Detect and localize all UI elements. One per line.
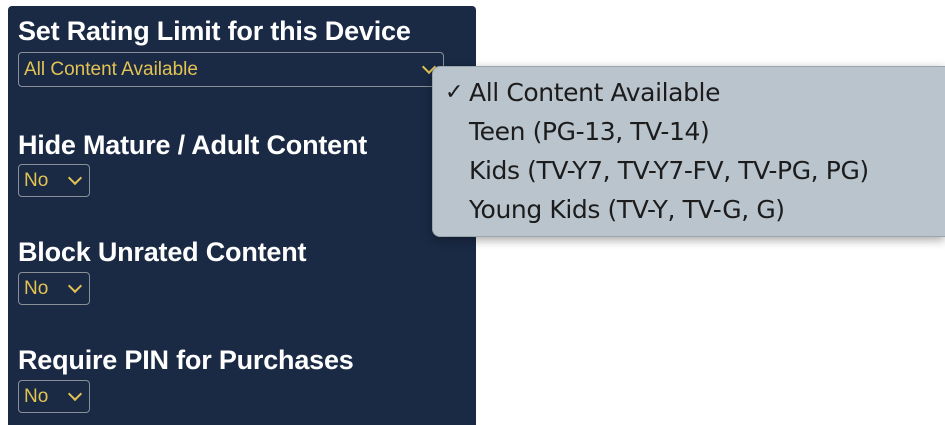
- dropdown-option-teen[interactable]: Teen (PG-13, TV-14): [433, 112, 945, 150]
- dropdown-option-label: Kids (TV-Y7, TV-Y7-FV, TV-PG, PG): [469, 155, 869, 185]
- checkmark-icon: ✓: [444, 79, 463, 105]
- rating-limit-label: Set Rating Limit for this Device: [18, 16, 411, 46]
- require-pin-label: Require PIN for Purchases: [18, 345, 354, 375]
- chevron-down-icon: [67, 170, 83, 185]
- hide-mature-select[interactable]: No: [18, 164, 90, 197]
- dropdown-option-all-content[interactable]: ✓ All Content Available: [433, 73, 945, 111]
- dropdown-option-label: All Content Available: [469, 77, 721, 107]
- dropdown-option-young-kids[interactable]: Young Kids (TV-Y, TV-G, G): [433, 190, 945, 228]
- block-unrated-value: No: [24, 277, 49, 299]
- hide-mature-label: Hide Mature / Adult Content: [18, 130, 368, 160]
- dropdown-option-label: Teen (PG-13, TV-14): [469, 116, 710, 146]
- block-unrated-select[interactable]: No: [18, 272, 90, 305]
- rating-limit-dropdown-menu: ✓ All Content Available Teen (PG-13, TV-…: [432, 66, 945, 237]
- dropdown-option-kids[interactable]: Kids (TV-Y7, TV-Y7-FV, TV-PG, PG): [433, 151, 945, 189]
- chevron-down-icon: [67, 278, 83, 293]
- require-pin-value: No: [24, 385, 49, 407]
- dropdown-option-label: Young Kids (TV-Y, TV-G, G): [469, 194, 785, 224]
- rating-limit-select[interactable]: All Content Available: [18, 52, 444, 87]
- hide-mature-value: No: [24, 169, 49, 191]
- parental-controls-panel: Set Rating Limit for this Device All Con…: [8, 6, 476, 425]
- require-pin-select[interactable]: No: [18, 380, 90, 413]
- rating-limit-value: All Content Available: [24, 58, 198, 80]
- block-unrated-label: Block Unrated Content: [18, 237, 307, 267]
- chevron-down-icon: [67, 386, 83, 401]
- page: Set Rating Limit for this Device All Con…: [0, 0, 945, 425]
